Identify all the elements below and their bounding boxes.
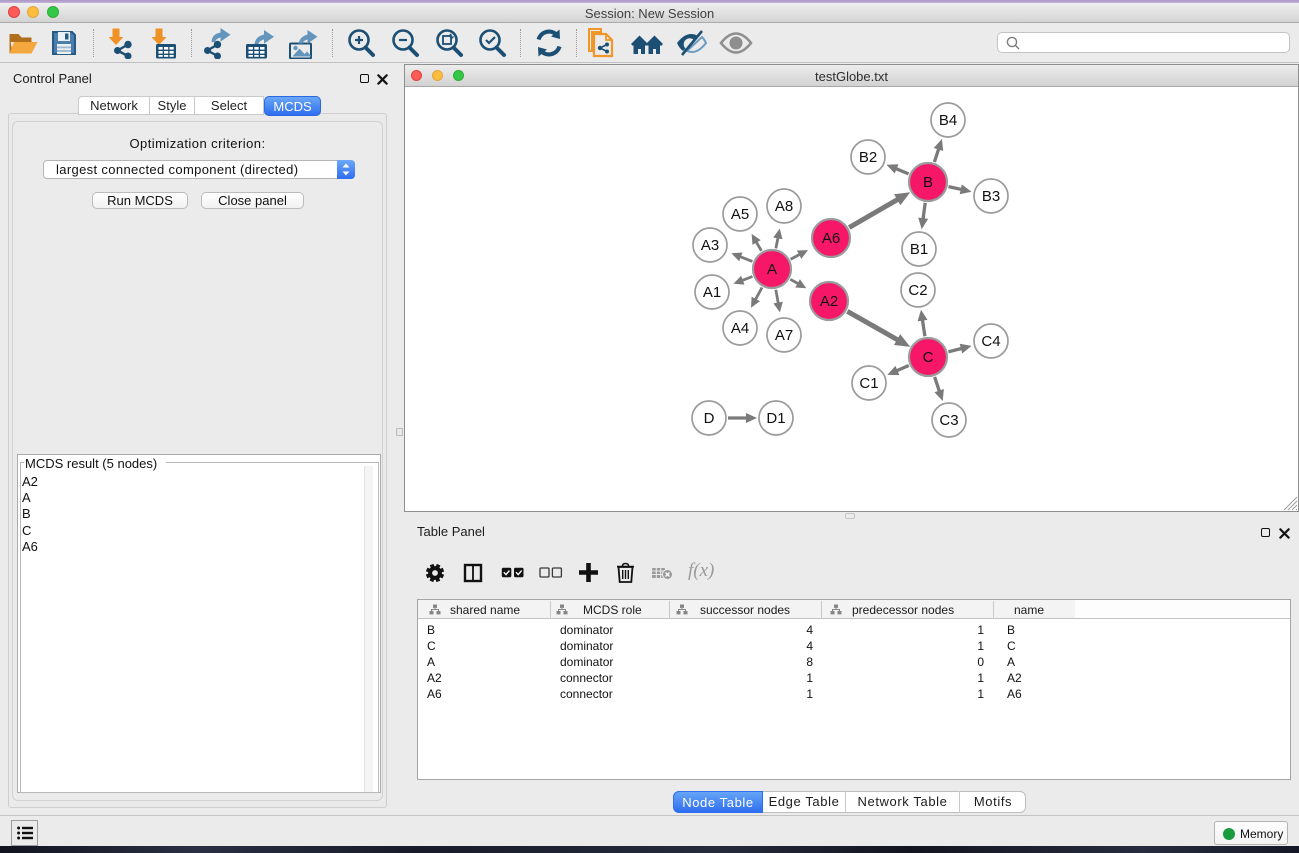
svg-text:A6: A6 [822, 230, 840, 247]
svg-text:C3: C3 [939, 412, 958, 429]
svg-text:A4: A4 [731, 320, 749, 337]
svg-text:D1: D1 [766, 410, 785, 427]
svg-text:B1: B1 [910, 241, 928, 258]
svg-text:C: C [923, 349, 934, 366]
svg-text:A1: A1 [703, 284, 721, 301]
svg-text:C4: C4 [981, 333, 1000, 350]
svg-text:A2: A2 [820, 293, 838, 310]
svg-text:C2: C2 [908, 282, 927, 299]
svg-text:B4: B4 [939, 112, 957, 129]
svg-text:C1: C1 [859, 375, 878, 392]
svg-text:A8: A8 [775, 198, 793, 215]
svg-text:A7: A7 [775, 327, 793, 344]
svg-text:A: A [767, 261, 777, 278]
svg-text:A5: A5 [731, 206, 749, 223]
svg-text:B3: B3 [982, 188, 1000, 205]
svg-text:A3: A3 [701, 237, 719, 254]
svg-text:B2: B2 [859, 149, 877, 166]
svg-text:B: B [923, 174, 933, 191]
svg-text:D: D [704, 410, 715, 427]
